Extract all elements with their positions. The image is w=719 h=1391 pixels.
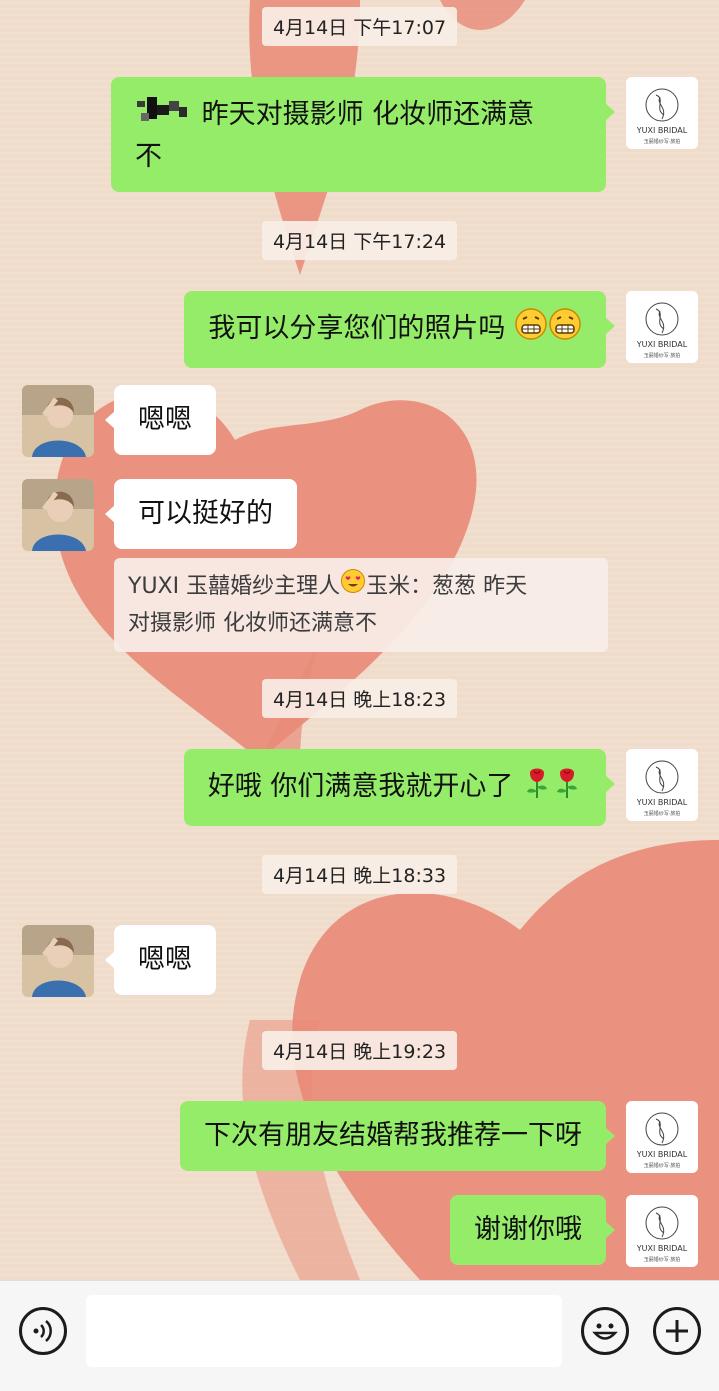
svg-text:玉囍婚纱写·旅拍: 玉囍婚纱写·旅拍 bbox=[644, 810, 681, 817]
avatar[interactable]: YUXI BRIDAL 玉囍婚纱写·旅拍 bbox=[626, 1101, 698, 1173]
timestamp: 4月14日 晚上18:23 bbox=[0, 679, 719, 718]
brand-logo-icon: YUXI BRIDAL 玉囍婚纱写·旅拍 bbox=[626, 77, 698, 149]
brand-logo-icon: YUXI BRIDAL 玉囍婚纱写·旅拍 bbox=[626, 749, 698, 821]
rose-icon bbox=[522, 765, 552, 810]
contact-avatar[interactable] bbox=[22, 479, 94, 551]
brand-logo-icon: YUXI BRIDAL 玉囍婚纱写·旅拍 bbox=[626, 291, 698, 363]
message-bubble[interactable]: 嗯嗯 bbox=[105, 925, 216, 995]
message-input[interactable] bbox=[86, 1295, 562, 1367]
emoji-button[interactable] bbox=[581, 1307, 629, 1355]
svg-text:玉囍婚纱写·旅拍: 玉囍婚纱写·旅拍 bbox=[644, 1256, 681, 1263]
heart-eyes-icon bbox=[340, 568, 366, 606]
plus-button[interactable] bbox=[653, 1307, 701, 1355]
avatar[interactable]: YUXI BRIDAL 玉囍婚纱写·旅拍 bbox=[626, 749, 698, 821]
grin-icon bbox=[514, 307, 548, 352]
timestamp: 4月14日 晚上18:33 bbox=[0, 855, 719, 894]
message-bubble[interactable]: 谢谢你哦 bbox=[450, 1195, 615, 1265]
timestamp: 4月14日 下午17:24 bbox=[0, 221, 719, 260]
voice-button[interactable] bbox=[19, 1307, 67, 1355]
svg-text:YUXI BRIDAL: YUXI BRIDAL bbox=[636, 1244, 688, 1253]
brand-logo-icon: YUXI BRIDAL 玉囍婚纱写·旅拍 bbox=[626, 1101, 698, 1173]
brand-logo-icon: YUXI BRIDAL 玉囍婚纱写·旅拍 bbox=[626, 1195, 698, 1267]
grin-icon bbox=[548, 307, 582, 352]
svg-text:玉囍婚纱写·旅拍: 玉囍婚纱写·旅拍 bbox=[644, 352, 681, 359]
avatar[interactable]: YUXI BRIDAL 玉囍婚纱写·旅拍 bbox=[626, 1195, 698, 1267]
contact-avatar[interactable] bbox=[22, 925, 94, 997]
svg-text:YUXI BRIDAL: YUXI BRIDAL bbox=[636, 126, 688, 135]
voice-icon bbox=[33, 1320, 52, 1342]
contact-avatar[interactable] bbox=[22, 385, 94, 457]
rose-icon bbox=[552, 765, 582, 810]
svg-text:玉囍婚纱写·旅拍: 玉囍婚纱写·旅拍 bbox=[644, 138, 681, 145]
plus-icon bbox=[666, 1320, 688, 1342]
avatar[interactable]: YUXI BRIDAL 玉囍婚纱写·旅拍 bbox=[626, 291, 698, 363]
message-bubble[interactable]: 好哦 你们满意我就开心了 bbox=[183, 749, 616, 826]
svg-text:玉囍婚纱写·旅拍: 玉囍婚纱写·旅拍 bbox=[644, 1162, 681, 1169]
message-bubble[interactable]: 昨天对摄影师 化妆师还满意 不 bbox=[111, 77, 615, 192]
emoji-icon bbox=[592, 1323, 618, 1340]
message-bubble[interactable]: 嗯嗯 bbox=[105, 385, 216, 455]
chat-area[interactable]: 4月14日 下午17:07 YUXI BRIDAL 玉囍婚纱写·旅拍 昨天对摄影… bbox=[0, 0, 719, 1280]
timestamp: 4月14日 晚上19:23 bbox=[0, 1031, 719, 1070]
message-bubble[interactable]: 可以挺好的 bbox=[105, 479, 297, 549]
quoted-message[interactable]: YUXI 玉囍婚纱主理人 玉米：葱葱 昨天 对摄影师 化妆师还满意不 bbox=[114, 558, 608, 652]
timestamp: 4月14日 下午17:07 bbox=[0, 7, 719, 46]
redacted-name bbox=[135, 93, 193, 138]
svg-text:YUXI BRIDAL: YUXI BRIDAL bbox=[636, 340, 688, 349]
message-bubble[interactable]: 我可以分享您们的照片吗 bbox=[184, 291, 615, 368]
message-bubble[interactable]: 下次有朋友结婚帮我推荐一下呀 bbox=[180, 1101, 615, 1171]
svg-text:YUXI BRIDAL: YUXI BRIDAL bbox=[636, 798, 688, 807]
svg-text:YUXI BRIDAL: YUXI BRIDAL bbox=[636, 1150, 688, 1159]
input-bar bbox=[0, 1280, 719, 1391]
avatar[interactable]: YUXI BRIDAL 玉囍婚纱写·旅拍 bbox=[626, 77, 698, 149]
